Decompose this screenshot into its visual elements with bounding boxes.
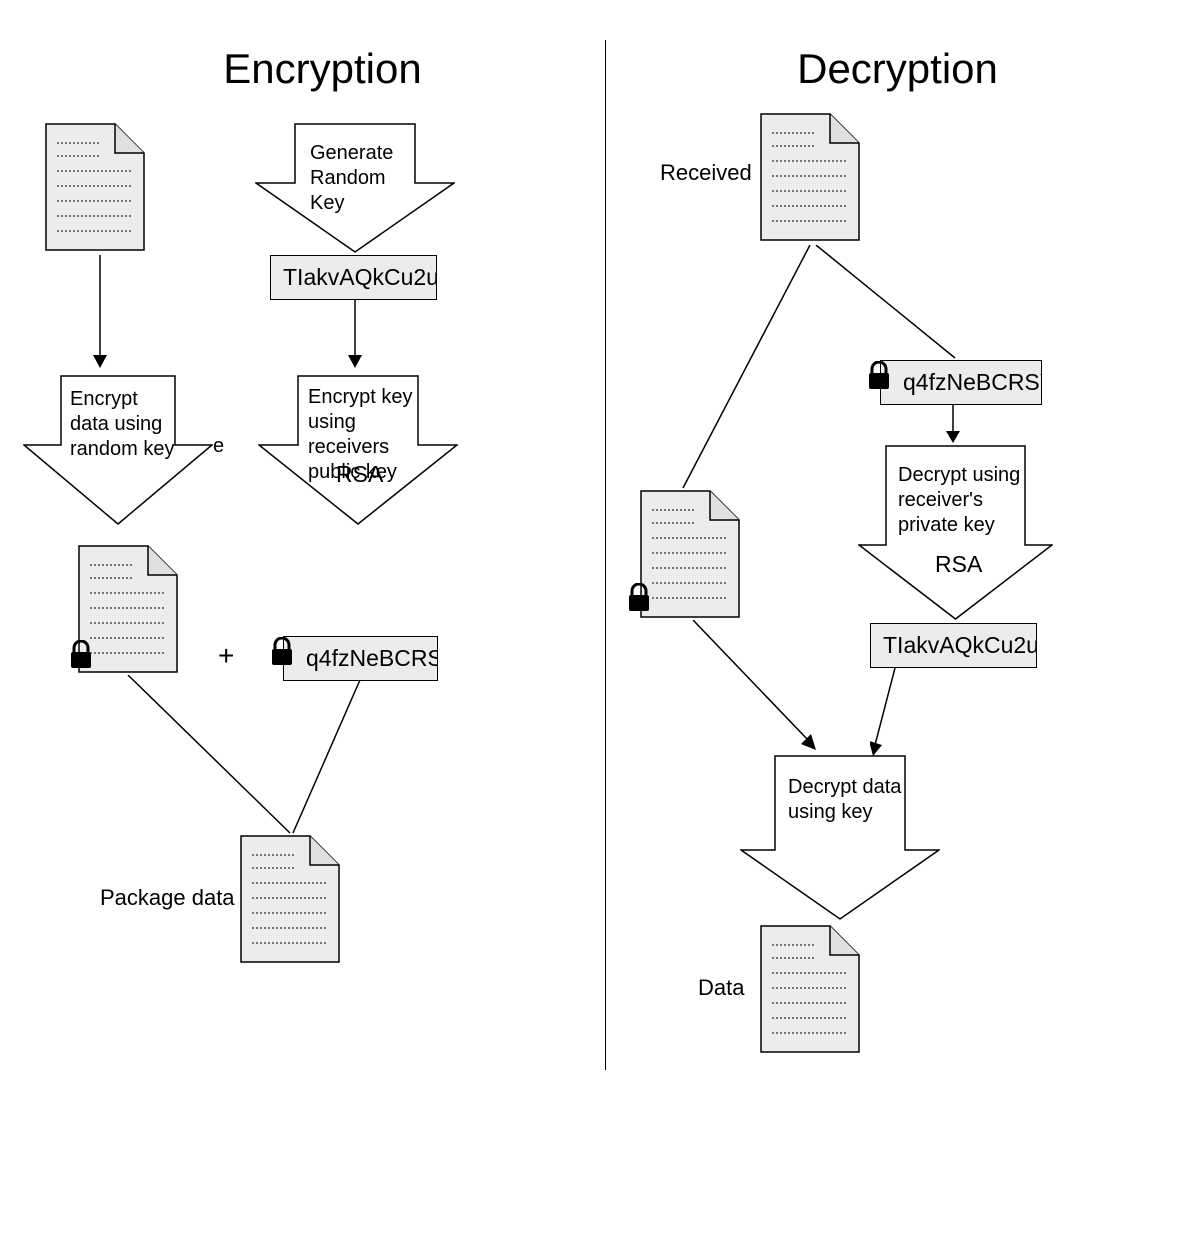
rsa-label: RSA xyxy=(336,460,383,489)
decrypt-data-arrow: Decrypt data using key xyxy=(740,755,940,925)
final-document-icon xyxy=(760,925,860,1053)
encryption-title: Encryption xyxy=(45,45,600,93)
connector-arrow xyxy=(90,255,110,370)
decrypt-key-label: Decrypt using receiver's private key xyxy=(898,463,1028,538)
lock-icon xyxy=(867,361,891,396)
generate-key-arrow: Generate Random Key xyxy=(255,123,455,258)
encrypt-key-arrow: Encrypt key using receivers public key R… xyxy=(258,375,458,530)
encrypt-data-arrow: Encrypt data using random key xyxy=(23,375,213,530)
encrypted-key-box-right: q4fzNeBCRSYq xyxy=(880,360,1042,405)
data-label: Data xyxy=(698,975,744,1001)
connector-arrow xyxy=(870,668,900,758)
rsa-label: RSA xyxy=(935,550,982,579)
connector-arrow xyxy=(345,300,365,370)
diagram-canvas: Encryption Decryption Generate Random Ke… xyxy=(0,0,1200,1251)
connector-line xyxy=(290,680,370,835)
decrypt-key-arrow: Decrypt using receiver's private key RSA xyxy=(858,445,1053,625)
lock-icon xyxy=(270,637,294,672)
lock-icon xyxy=(69,640,93,675)
locked-document-icon-right xyxy=(640,490,740,618)
connector-arrow xyxy=(690,620,820,755)
vertical-divider xyxy=(605,40,606,1070)
decrypt-data-label: Decrypt data using key xyxy=(788,775,908,825)
encrypted-key-box: q4fzNeBCRSYq xyxy=(283,636,438,681)
lock-icon xyxy=(627,583,651,618)
connector-line xyxy=(680,245,815,490)
package-label: Package data xyxy=(100,885,235,911)
plus-symbol: + xyxy=(218,640,234,672)
connector-line xyxy=(125,675,295,835)
packaged-document-icon xyxy=(240,835,340,963)
decrypted-key-box: TIakvAQkCu2u xyxy=(870,623,1037,668)
random-key-box: TIakvAQkCu2u xyxy=(270,255,437,300)
locked-document-icon xyxy=(78,545,178,673)
decryption-title: Decryption xyxy=(620,45,1175,93)
connector-line xyxy=(813,245,958,360)
received-document-icon xyxy=(760,113,860,241)
e-label: e xyxy=(213,435,224,458)
received-label: Received xyxy=(660,160,752,186)
connector-arrow xyxy=(943,405,963,445)
generate-key-label: Generate Random Key xyxy=(310,141,393,216)
encrypt-data-label: Encrypt data using random key xyxy=(70,387,175,462)
document-icon xyxy=(45,123,145,251)
